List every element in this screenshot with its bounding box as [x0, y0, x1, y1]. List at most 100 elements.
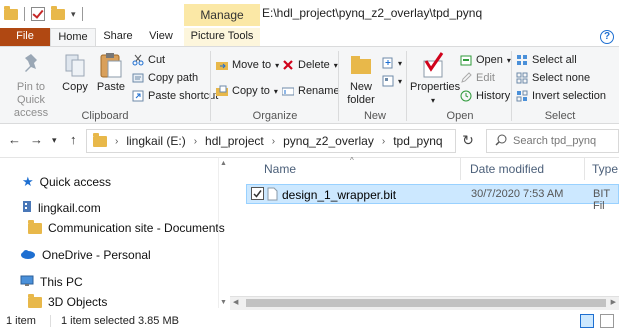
new-folder-button[interactable]: New folder — [342, 51, 380, 107]
open-button[interactable]: Open ▾ — [460, 52, 511, 68]
navigation-pane: ★ Quick access lingkail.com Communicatio… — [0, 158, 228, 311]
toolbar-divider — [81, 7, 83, 21]
select-all-icon — [516, 54, 528, 66]
history-button[interactable]: History — [460, 88, 510, 104]
scissors-icon — [132, 54, 144, 66]
scroll-up-icon[interactable]: ▲ — [219, 160, 228, 167]
breadcrumb-overlay[interactable]: pynq_z2_overlay — [283, 134, 374, 148]
new-folder-icon[interactable] — [51, 5, 65, 20]
paste-icon — [98, 51, 124, 79]
item-count: 1 item — [6, 315, 36, 327]
organize-group-label: Organize — [252, 110, 298, 122]
breadcrumb-current[interactable]: tpd_pynq — [393, 134, 442, 148]
nav-scrollbar[interactable]: ▲ ▼ — [218, 158, 228, 308]
row-checkbox[interactable] — [251, 187, 264, 200]
tab-picture-tools[interactable]: Picture Tools — [184, 28, 260, 46]
nav-3d-objects[interactable]: 3D Objects — [28, 292, 107, 312]
column-divider[interactable] — [460, 158, 461, 180]
address-bar-row: ← → ▾ ↑ › lingkail (E:) › hdl_project › … — [0, 124, 619, 158]
file-date: 30/7/2020 7:53 AM — [471, 188, 564, 200]
chevron-down-icon: ▾ — [398, 76, 403, 86]
new-folder-icon — [348, 51, 374, 79]
nav-this-pc[interactable]: This PC — [20, 272, 83, 292]
delete-x-icon — [282, 59, 294, 71]
easy-access-button[interactable]: ▾ — [382, 73, 402, 89]
file-list: ^ Name Date modified Type design_1_wrapp… — [230, 156, 619, 311]
rename-button[interactable]: Rename — [281, 83, 340, 99]
column-header-type[interactable]: Type — [592, 162, 618, 176]
paste-shortcut-button[interactable]: Paste shortcut — [132, 88, 218, 104]
delete-button[interactable]: Delete ▾ — [282, 57, 338, 73]
refresh-icon[interactable]: ↻ — [458, 129, 478, 153]
new-item-button[interactable]: ▾ — [382, 55, 402, 71]
column-header-date[interactable]: Date modified — [470, 162, 544, 176]
copy-path-button[interactable]: Copy path — [132, 70, 198, 86]
file-type: BIT Fil — [593, 188, 610, 212]
nav-onedrive[interactable]: OneDrive - Personal — [20, 245, 151, 265]
properties-button[interactable]: Properties ▾ — [410, 51, 460, 107]
large-icons-view-icon[interactable] — [600, 314, 614, 328]
copy-path-icon — [132, 72, 144, 84]
scroll-down-icon[interactable]: ▼ — [219, 299, 228, 306]
breadcrumb-separator-icon[interactable]: › — [115, 136, 118, 147]
details-view-icon[interactable] — [580, 314, 594, 328]
select-none-button[interactable]: Select none — [516, 70, 590, 86]
open-icon — [460, 54, 472, 66]
invert-selection-icon — [516, 90, 528, 102]
breadcrumb-separator-icon[interactable]: › — [272, 136, 275, 147]
copy-to-button[interactable]: Copy to ▾ — [216, 83, 278, 99]
invert-selection-button[interactable]: Invert selection — [516, 88, 606, 104]
back-arrow-icon[interactable]: ← — [8, 132, 21, 147]
tab-view[interactable]: View — [140, 28, 182, 46]
move-to-folder-icon — [216, 59, 228, 71]
new-item-icon — [382, 57, 394, 69]
search-input[interactable]: Search tpd_pynq — [486, 129, 619, 153]
tab-home[interactable]: Home — [50, 28, 96, 46]
ribbon: Pin to Quick access Copy Paste Cut Copy … — [0, 46, 619, 124]
properties-check-icon[interactable] — [31, 7, 45, 21]
nav-communication-site[interactable]: Communication site - Documents — [28, 218, 225, 238]
breadcrumb-separator-icon[interactable]: › — [194, 136, 197, 147]
nav-lingkail-com[interactable]: lingkail.com — [22, 198, 101, 218]
column-divider[interactable] — [584, 158, 585, 180]
ribbon-group-divider — [406, 51, 407, 121]
scroll-right-icon[interactable]: ▶ — [611, 298, 616, 306]
column-header-name[interactable]: Name — [264, 162, 296, 176]
address-box[interactable]: › lingkail (E:) › hdl_project › pynq_z2_… — [86, 129, 456, 153]
edit-button[interactable]: Edit — [460, 70, 495, 86]
customize-toolbar-icon[interactable]: ▾ — [71, 9, 76, 20]
forward-arrow-icon[interactable]: → — [30, 132, 43, 147]
scroll-left-icon[interactable]: ◀ — [233, 298, 238, 306]
move-to-button[interactable]: Move to ▾ — [216, 57, 279, 73]
nav-quick-access[interactable]: ★ Quick access — [22, 172, 111, 192]
quick-access-toolbar: ▾ — [4, 4, 83, 24]
copy-icon — [62, 51, 88, 79]
select-all-button[interactable]: Select all — [516, 52, 577, 68]
properties-check-icon — [420, 51, 446, 79]
breadcrumb-separator-icon[interactable]: › — [382, 136, 385, 147]
window-title: E:\hdl_project\pynq_z2_overlay\tpd_pynq — [262, 6, 483, 20]
rename-icon — [281, 85, 295, 97]
breadcrumb-drive[interactable]: lingkail (E:) — [126, 134, 185, 148]
sharepoint-building-icon — [22, 200, 32, 216]
file-name: design_1_wrapper.bit — [282, 188, 397, 202]
table-row[interactable]: design_1_wrapper.bit 30/7/2020 7:53 AM B… — [246, 184, 619, 212]
tab-file[interactable]: File — [0, 28, 50, 46]
select-none-icon — [516, 72, 528, 84]
up-arrow-icon[interactable]: ↑ — [70, 132, 77, 147]
copy-button[interactable]: Copy — [60, 51, 90, 94]
scrollbar-thumb[interactable] — [246, 299, 606, 307]
help-icon[interactable]: ? — [600, 30, 614, 44]
folder-icon — [28, 219, 42, 234]
shortcut-icon — [132, 90, 144, 102]
search-icon — [495, 134, 507, 149]
cut-button[interactable]: Cut — [132, 52, 165, 68]
sort-chevron-icon: ^ — [350, 156, 354, 165]
recent-locations-chevron-icon[interactable]: ▾ — [52, 135, 57, 146]
tab-share[interactable]: Share — [98, 28, 138, 46]
selection-info: 1 item selected 3.85 MB — [49, 315, 179, 327]
breadcrumb-hdl-project[interactable]: hdl_project — [205, 134, 264, 148]
pin-to-quick-access-button[interactable]: Pin to Quick access — [4, 51, 58, 120]
paste-button[interactable]: Paste — [94, 51, 128, 94]
easy-access-icon — [382, 75, 394, 87]
